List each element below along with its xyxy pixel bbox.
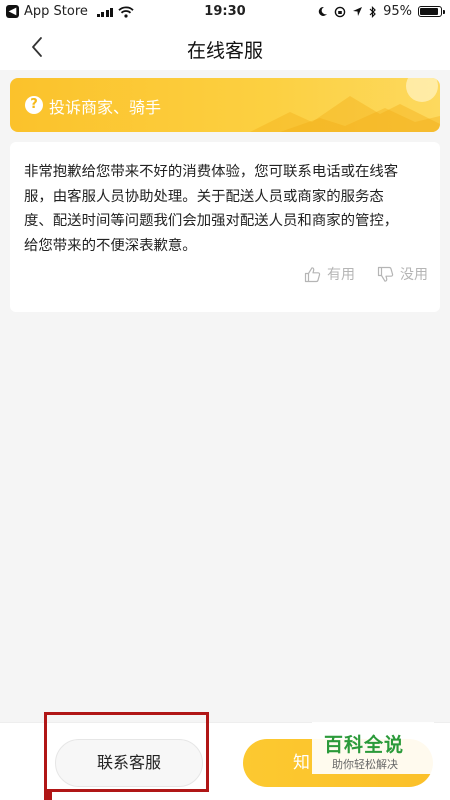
answer-card: 非常抱歉给您带来不好的消费体验，您可联系电话或在线客 服，由客服人员协助处理。关… bbox=[10, 142, 440, 312]
contact-support-button[interactable]: 联系客服 bbox=[55, 739, 203, 787]
thumbs-up-icon bbox=[304, 266, 321, 282]
watermark-subtitle: 助你轻松解决 bbox=[332, 758, 398, 771]
mountain-decoration-icon bbox=[250, 78, 440, 132]
useful-label: 有用 bbox=[327, 267, 355, 283]
status-bar: ◀ App Store 19:30 95% bbox=[0, 0, 450, 26]
useless-label: 没用 bbox=[400, 267, 428, 283]
answer-line: 非常抱歉给您带来不好的消费体验，您可联系电话或在线客 bbox=[24, 164, 399, 180]
bluetooth-icon bbox=[369, 5, 376, 18]
answer-line: 度、配送时间等问题我们会加强对配送人员和商家的管控， bbox=[24, 213, 399, 229]
complaint-banner: ? 投诉商家、骑手 bbox=[10, 78, 440, 132]
status-bar-right: 95% bbox=[317, 4, 445, 19]
useless-button[interactable]: 没用 bbox=[377, 264, 428, 284]
location-arrow-icon bbox=[353, 7, 363, 16]
orientation-lock-icon bbox=[334, 6, 346, 17]
answer-text: 非常抱歉给您带来不好的消费体验，您可联系电话或在线客 服，由客服人员协助处理。关… bbox=[24, 160, 428, 258]
watermark-title: 百科全说 bbox=[324, 734, 405, 756]
nav-bar: 在线客服 bbox=[0, 26, 450, 70]
feedback-row: 有用 没用 bbox=[304, 264, 428, 284]
answer-line: 服，由客服人员协助处理。关于配送人员或商家的服务态 bbox=[24, 188, 384, 205]
highlight-frame-tail bbox=[44, 790, 52, 800]
battery-percent: 95% bbox=[383, 4, 412, 19]
question-icon: ? bbox=[25, 96, 43, 114]
thumbs-down-icon bbox=[377, 266, 394, 282]
moon-icon bbox=[318, 6, 328, 16]
watermark: 百科全说 助你轻松解决 bbox=[312, 722, 434, 774]
banner-title: 投诉商家、骑手 bbox=[49, 98, 162, 117]
answer-line: 给您带来的不便深表歉意。 bbox=[24, 237, 197, 254]
page-title: 在线客服 bbox=[186, 40, 263, 62]
useful-button[interactable]: 有用 bbox=[304, 264, 355, 284]
battery-icon bbox=[418, 6, 445, 17]
